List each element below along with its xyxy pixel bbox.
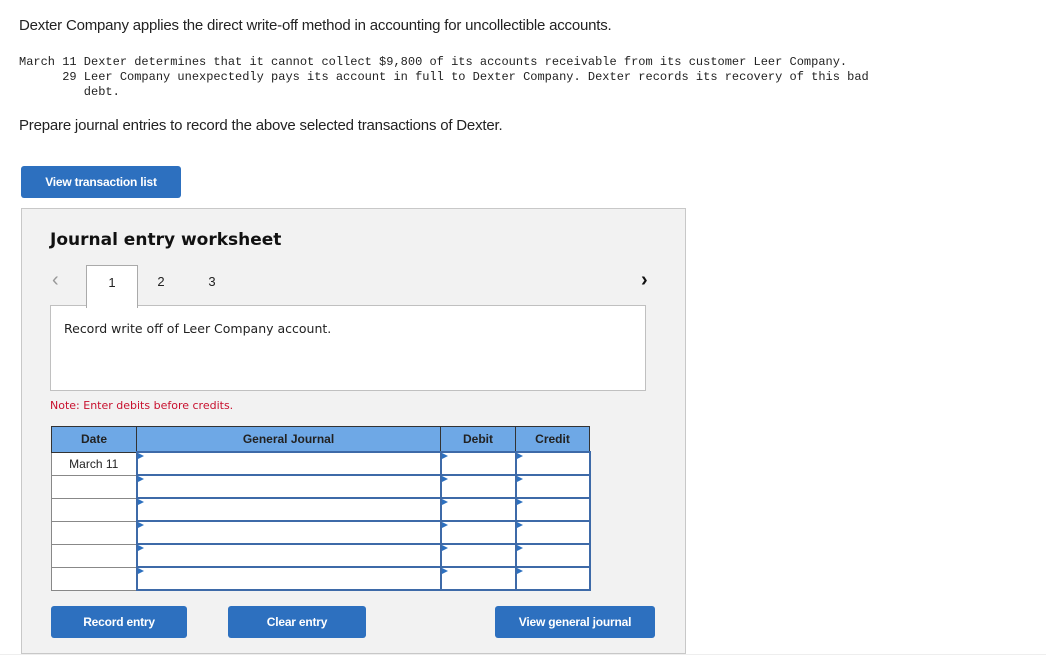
credit-input[interactable]: [514, 566, 591, 591]
credit-input[interactable]: [514, 543, 591, 568]
debit-input[interactable]: [439, 474, 517, 499]
tab-3[interactable]: 3: [187, 265, 237, 305]
credit-input[interactable]: [514, 451, 591, 476]
transaction-details: March 11 Dexter determines that it canno…: [19, 55, 869, 100]
debit-input[interactable]: [439, 566, 517, 591]
chevron-left-icon[interactable]: ‹: [52, 269, 59, 292]
debit-input[interactable]: [439, 520, 517, 545]
tab-1[interactable]: 1: [86, 265, 138, 308]
view-transaction-list-button[interactable]: View transaction list: [21, 166, 181, 198]
account-input[interactable]: [135, 520, 442, 545]
column-header-general-journal: General Journal: [136, 426, 441, 453]
account-input[interactable]: [135, 543, 442, 568]
debit-input[interactable]: [439, 543, 517, 568]
account-input[interactable]: [135, 497, 442, 522]
entry-description-box: Record write off of Leer Company account…: [50, 305, 646, 391]
table-row: [51, 566, 591, 591]
column-header-debit: Debit: [440, 426, 516, 453]
record-entry-button[interactable]: Record entry: [51, 606, 187, 638]
date-cell: March 11: [51, 451, 137, 476]
transaction-line: 29 Leer Company unexpectedly pays its ac…: [19, 70, 869, 84]
credit-input[interactable]: [514, 520, 591, 545]
table-row: [51, 543, 591, 568]
transaction-line: debt.: [19, 85, 120, 99]
credit-input[interactable]: [514, 474, 591, 499]
view-general-journal-button[interactable]: View general journal: [495, 606, 655, 638]
worksheet-title: Journal entry worksheet: [50, 230, 282, 250]
debit-input[interactable]: [439, 451, 517, 476]
table-row: [51, 497, 591, 522]
date-cell[interactable]: [51, 497, 137, 522]
account-input[interactable]: [135, 474, 442, 499]
tab-2[interactable]: 2: [136, 265, 186, 305]
chevron-right-icon[interactable]: ›: [641, 269, 648, 292]
entry-description: Record write off of Leer Company account…: [64, 321, 332, 336]
transaction-line: March 11 Dexter determines that it canno…: [19, 55, 848, 69]
date-cell[interactable]: [51, 474, 137, 499]
table-row: [51, 474, 591, 499]
note-text: Note: Enter debits before credits.: [50, 399, 234, 412]
date-cell[interactable]: [51, 520, 137, 545]
instructions: Prepare journal entries to record the ab…: [19, 117, 503, 134]
journal-table: Date General Journal Debit Credit March …: [51, 426, 591, 591]
table-row: March 11: [51, 451, 591, 476]
debit-input[interactable]: [439, 497, 517, 522]
column-header-date: Date: [51, 426, 137, 453]
account-input[interactable]: [135, 566, 442, 591]
table-row: [51, 520, 591, 545]
journal-entry-worksheet: Journal entry worksheet ‹ 1 2 3 › Record…: [21, 208, 686, 654]
clear-entry-button[interactable]: Clear entry: [228, 606, 366, 638]
date-cell[interactable]: [51, 566, 137, 591]
date-cell[interactable]: [51, 543, 137, 568]
account-input[interactable]: [135, 451, 442, 476]
intro-text: Dexter Company applies the direct write-…: [19, 17, 612, 34]
divider: [0, 654, 1046, 655]
credit-input[interactable]: [514, 497, 591, 522]
column-header-credit: Credit: [515, 426, 590, 453]
